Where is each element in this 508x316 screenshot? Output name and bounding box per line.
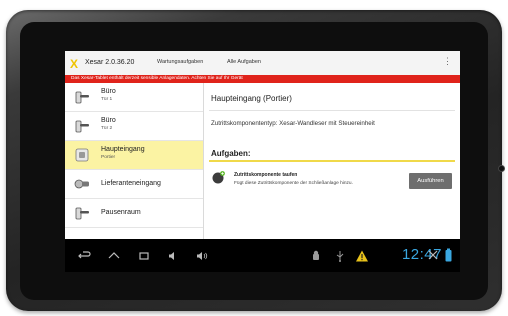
tasks-underline [209,160,455,162]
wall-reader-icon [75,148,89,162]
volume-up-icon[interactable] [195,249,209,263]
back-icon[interactable] [77,249,91,263]
list-item-name: Lieferanteneingang [101,180,161,187]
battery-icon [445,248,452,262]
list-item[interactable]: Büro Tür 2 [65,112,203,141]
list-item-name: Pausenraum [101,209,141,216]
list-item-name: Büro [101,88,116,95]
app-logo: X [70,57,79,71]
tasks-heading: Aufgaben: [211,149,251,158]
detail-title: Haupteingang (Portier) [211,94,292,103]
component-type: Zutrittskomponententyp: Xesar-Wandleser … [211,120,375,127]
list-item[interactable]: Lieferanteneingang [65,170,203,199]
app-title: Xesar 2.0.36.20 [85,59,135,66]
volume-down-icon[interactable] [167,249,181,263]
cylinder-icon [74,179,89,189]
recent-apps-icon[interactable] [137,249,151,263]
list-item-sub: Tür 1 [101,97,113,102]
door-handle-icon [75,207,89,220]
overflow-menu-icon[interactable]: ⋮ [443,57,452,66]
list-item[interactable]: Pausenraum [65,199,203,228]
run-task-button[interactable]: Ausführen [409,173,452,189]
task-description: Fügt diese Zutrittskomponente der Schlie… [234,181,353,186]
component-list: Büro Tür 1 Büro Tür 2 Haupteingang Porti… [65,83,204,239]
detail-panel: Haupteingang (Portier) Zutrittskomponent… [204,83,460,239]
list-item-name: Büro [101,117,116,124]
door-handle-icon [75,120,89,133]
list-item-selected[interactable]: Haupteingang Portier [65,141,203,170]
home-icon[interactable] [107,249,121,263]
wifi-off-icon [428,250,438,260]
add-component-icon [212,171,225,184]
action-bar: X Xesar 2.0.36.20 Wartungsaufgaben Alle … [65,51,460,76]
tab-wartungsaufgaben[interactable]: Wartungsaufgaben [157,59,203,65]
usb-icon [336,251,344,262]
warning-banner: Das Xesar-Tablet enthält derzeit sensibl… [65,75,460,83]
warning-icon [356,250,368,262]
tablet-screen: X Xesar 2.0.36.20 Wartungsaufgaben Alle … [65,51,460,272]
tab-alle-aufgaben[interactable]: Alle Aufgaben [227,59,261,65]
system-navigation-bar: 12:47 [65,239,460,272]
task-title: Zutrittskomponente taufen [234,172,298,178]
divider [209,110,455,111]
android-debug-icon [313,250,319,260]
list-item-sub: Portier [101,155,116,160]
list-item-sub: Tür 2 [101,126,113,131]
list-item[interactable]: Büro Tür 1 [65,83,203,112]
list-item-name: Haupteingang [101,146,145,153]
door-handle-icon [75,91,89,104]
camera-icon [498,165,505,172]
